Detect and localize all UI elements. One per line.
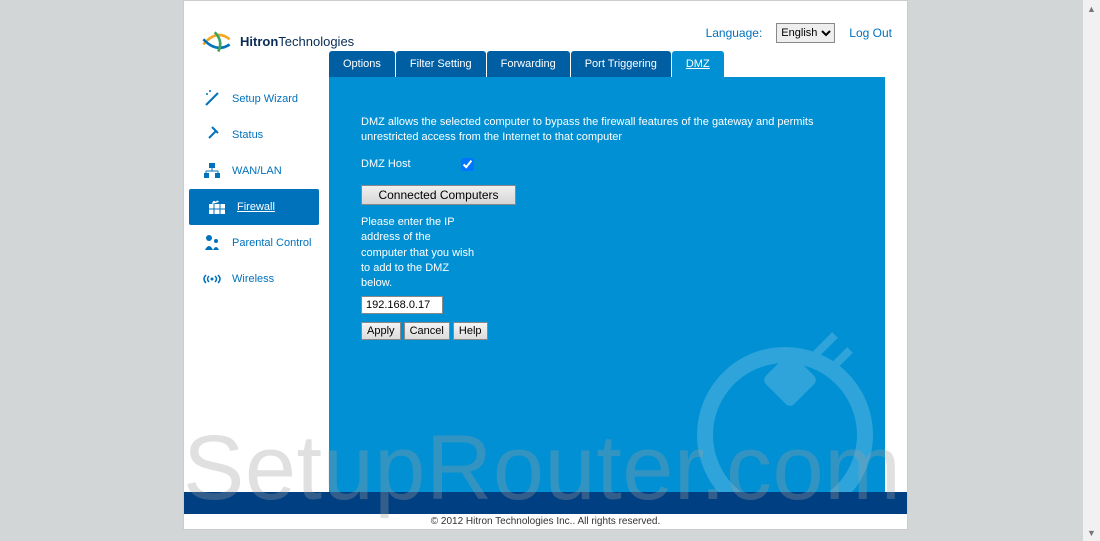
firewall-icon xyxy=(207,198,227,216)
sidebar-item-label: Parental Control xyxy=(232,237,312,249)
footer-bar xyxy=(184,492,907,514)
sidebar-item-wanlan[interactable]: WAN/LAN xyxy=(184,153,329,189)
tab-options[interactable]: Options xyxy=(329,51,395,77)
cancel-button[interactable]: Cancel xyxy=(404,322,450,340)
language-select[interactable]: English xyxy=(776,23,835,43)
plug-icon xyxy=(202,126,222,144)
sidebar-item-status[interactable]: Status xyxy=(184,117,329,153)
sidebar-item-parental-control[interactable]: Parental Control xyxy=(184,225,329,261)
background-plug-icon xyxy=(675,325,885,505)
dmz-host-checkbox[interactable] xyxy=(461,158,474,171)
tab-bar: Options Filter Setting Forwarding Port T… xyxy=(329,51,885,77)
language-label: Language: xyxy=(706,26,763,40)
tab-forwarding[interactable]: Forwarding xyxy=(487,51,570,77)
page-scrollbar[interactable]: ▲ ▼ xyxy=(1083,0,1100,541)
logo-text: HitronTechnologies xyxy=(240,34,354,49)
help-button[interactable]: Help xyxy=(453,322,488,340)
dmz-ip-input[interactable] xyxy=(361,296,443,314)
dmz-panel: DMZ allows the selected computer to bypa… xyxy=(329,77,885,505)
ip-prompt: Please enter the IP address of the compu… xyxy=(361,215,476,292)
parental-icon xyxy=(202,234,222,252)
content: Options Filter Setting Forwarding Port T… xyxy=(329,51,885,504)
sidebar-item-label: Status xyxy=(232,129,263,141)
sidebar-item-label: Firewall xyxy=(237,201,275,213)
apply-button[interactable]: Apply xyxy=(361,322,401,340)
logout-link[interactable]: Log Out xyxy=(849,26,892,40)
network-icon xyxy=(202,162,222,180)
sidebar-item-firewall[interactable]: Firewall xyxy=(189,189,319,225)
tab-dmz[interactable]: DMZ xyxy=(672,51,724,77)
sidebar: Setup Wizard Status WAN/LAN Firewall Par… xyxy=(184,81,329,297)
header: HitronTechnologies Language: English Log… xyxy=(184,1,907,51)
sidebar-item-label: WAN/LAN xyxy=(232,165,282,177)
sidebar-item-setup-wizard[interactable]: Setup Wizard xyxy=(184,81,329,117)
sidebar-item-label: Wireless xyxy=(232,273,274,285)
tab-filter-setting[interactable]: Filter Setting xyxy=(396,51,486,77)
copyright: © 2012 Hitron Technologies Inc.. All rig… xyxy=(184,514,907,529)
header-right: Language: English Log Out xyxy=(706,23,892,43)
logo-swirl-icon xyxy=(199,26,234,56)
sidebar-item-wireless[interactable]: Wireless xyxy=(184,261,329,297)
dmz-host-row: DMZ Host xyxy=(361,158,853,171)
tab-port-triggering[interactable]: Port Triggering xyxy=(571,51,671,77)
dmz-host-label: DMZ Host xyxy=(361,158,411,170)
connected-computers-button[interactable]: Connected Computers xyxy=(361,185,516,205)
scroll-up-icon[interactable]: ▲ xyxy=(1083,0,1100,17)
sidebar-item-label: Setup Wizard xyxy=(232,93,298,105)
dmz-description: DMZ allows the selected computer to bypa… xyxy=(361,115,851,146)
router-admin-frame: HitronTechnologies Language: English Log… xyxy=(183,0,908,530)
wireless-icon xyxy=(202,270,222,288)
wand-icon xyxy=(202,90,222,108)
scroll-down-icon[interactable]: ▼ xyxy=(1083,524,1100,541)
